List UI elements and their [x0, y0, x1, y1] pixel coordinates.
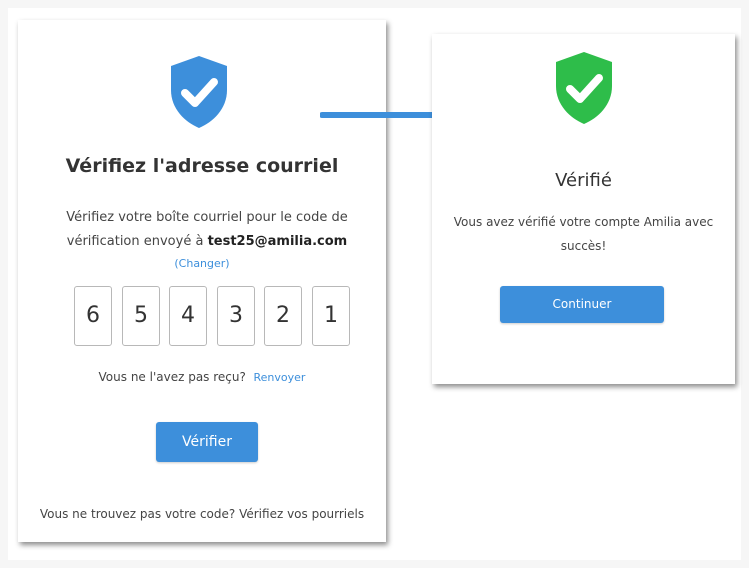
code-digit-box[interactable]: 4 — [169, 286, 207, 346]
shield-check-icon — [556, 52, 612, 124]
shield-check-icon — [171, 56, 227, 128]
verify-email-card: Vérifiez l'adresse courriel Vérifiez vot… — [18, 20, 386, 542]
email-address: test25@amilia.com — [207, 234, 348, 249]
continue-button[interactable]: Continuer — [500, 286, 664, 323]
change-email-link[interactable]: (Changer) — [18, 257, 386, 270]
code-digit-box[interactable]: 2 — [264, 286, 302, 346]
code-digit-box[interactable]: 6 — [74, 286, 112, 346]
page-title: Vérifiez l'adresse courriel — [65, 155, 339, 177]
resend-link[interactable]: Renvoyer — [254, 371, 306, 384]
resend-row: Vous ne l'avez pas reçu? Renvoyer — [18, 370, 386, 384]
verify-button[interactable]: Vérifier — [156, 422, 258, 462]
verified-card: Vérifié Vous avez vérifié votre compte A… — [432, 34, 735, 384]
not-received-text: Vous ne l'avez pas reçu? — [98, 370, 246, 384]
verified-message: Vous avez vérifié votre compte Amilia av… — [453, 215, 714, 253]
verified-title: Vérifié — [555, 170, 612, 191]
code-digit-box[interactable]: 3 — [217, 286, 255, 346]
code-digit-box[interactable]: 1 — [312, 286, 350, 346]
code-digit-box[interactable]: 5 — [122, 286, 160, 346]
instruction-text: Vérifiez votre boîte courriel pour le co… — [48, 206, 366, 254]
spam-hint-text: Vous ne trouvez pas votre code? Vérifiez… — [39, 507, 365, 521]
